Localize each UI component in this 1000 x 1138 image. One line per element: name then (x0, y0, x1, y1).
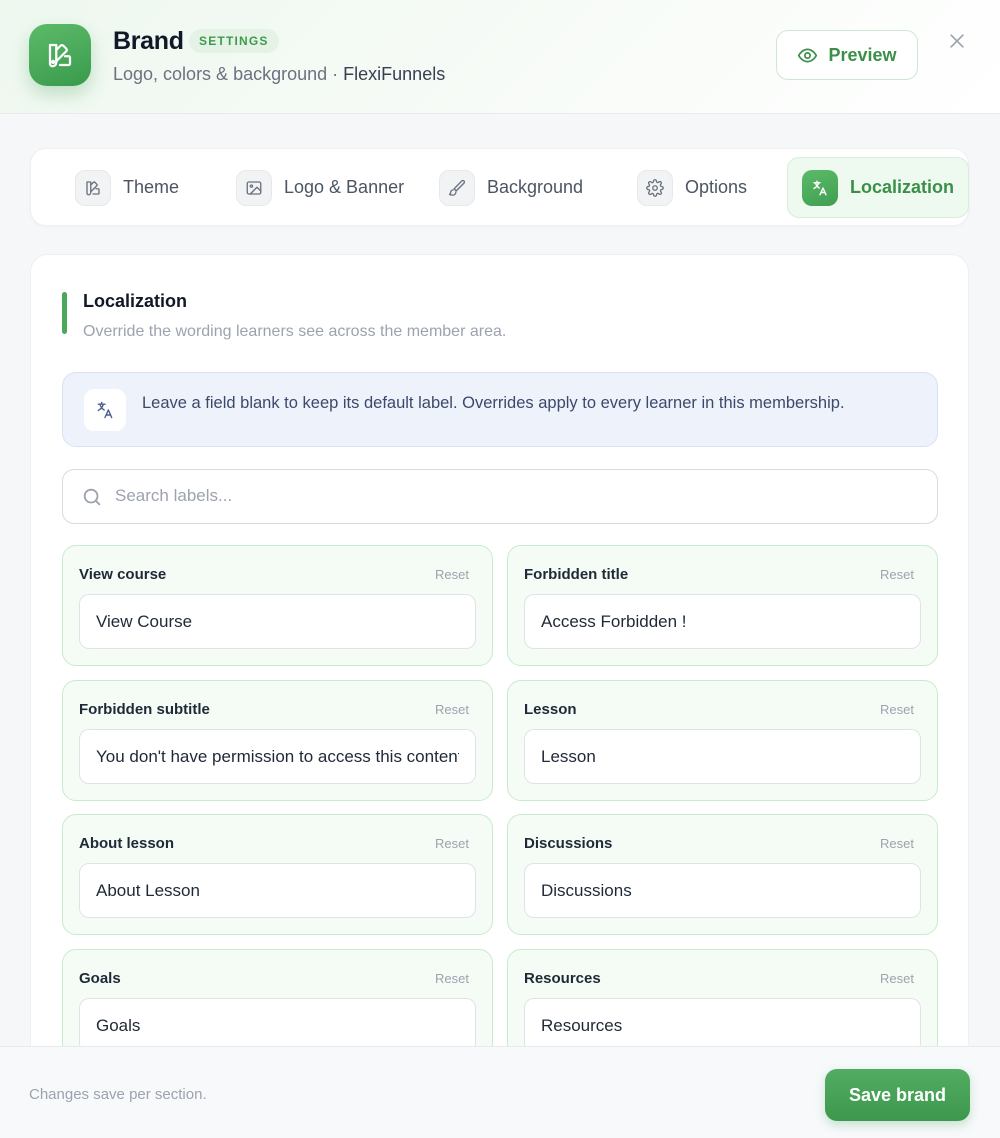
section-accent-bar (62, 292, 67, 334)
gear-icon (637, 169, 673, 206)
field-discussions: Discussions Reset (507, 814, 938, 935)
field-input[interactable] (524, 998, 921, 1053)
page-title: Brand (113, 27, 184, 55)
settings-tabs: Theme Logo & Banner Background Options L… (30, 148, 970, 226)
field-about-lesson: About lesson Reset (62, 814, 493, 935)
brand-settings-modal: Brand SETTINGS Logo, colors & background… (0, 0, 1000, 1138)
preview-button[interactable]: Preview (776, 30, 918, 80)
field-input[interactable] (79, 863, 476, 918)
section-subtitle: Override the wording learners see across… (83, 323, 507, 340)
translate-icon (84, 389, 126, 431)
brand-logo-icon (29, 24, 91, 86)
field-label: Forbidden title (524, 566, 629, 583)
reset-button[interactable]: Reset (880, 567, 914, 582)
search-icon (83, 488, 101, 506)
field-lesson: Lesson Reset (507, 680, 938, 801)
tab-label: Theme (123, 177, 180, 197)
tab-localization[interactable]: Localization (787, 157, 970, 218)
tab-options[interactable]: Options (623, 157, 761, 218)
field-input[interactable] (79, 998, 476, 1053)
close-icon (950, 34, 964, 48)
tab-logo-banner[interactable]: Logo & Banner (222, 157, 418, 218)
field-label: Discussions (524, 835, 613, 852)
field-label: View course (79, 566, 167, 583)
field-input[interactable] (79, 594, 476, 649)
tab-label: Localization (850, 177, 955, 197)
field-input[interactable] (524, 729, 921, 784)
tab-label: Options (685, 177, 748, 197)
theme-icon (75, 169, 111, 206)
field-input[interactable] (524, 594, 921, 649)
field-forbidden-title: Forbidden title Reset (507, 545, 938, 666)
save-brand-button[interactable]: Save brand (825, 1069, 970, 1121)
reset-button[interactable]: Reset (880, 702, 914, 717)
settings-badge: SETTINGS (189, 29, 279, 53)
info-callout: Leave a field blank to keep its default … (62, 372, 938, 447)
field-forbidden-subtitle: Forbidden subtitle Reset (62, 680, 493, 801)
tab-background[interactable]: Background (425, 157, 597, 218)
reset-button[interactable]: Reset (435, 836, 469, 851)
footer-note: Changes save per section. (29, 1086, 207, 1103)
search-box (62, 469, 938, 524)
field-input[interactable] (79, 729, 476, 784)
eye-icon (798, 48, 818, 62)
field-label: About lesson (79, 835, 175, 852)
field-label: Resources (524, 970, 601, 987)
tab-label: Logo & Banner (284, 177, 405, 197)
reset-button[interactable]: Reset (880, 836, 914, 851)
tab-label: Background (487, 177, 584, 197)
tab-theme[interactable]: Theme (61, 157, 193, 218)
reset-button[interactable]: Reset (435, 702, 469, 717)
modal-footer: Changes save per section. Save brand (0, 1046, 1000, 1138)
subtitle-text: Logo, colors & background · (113, 64, 339, 84)
brush-icon (439, 169, 475, 206)
field-label: Forbidden subtitle (79, 701, 210, 718)
field-input[interactable] (524, 863, 921, 918)
close-button[interactable] (944, 28, 970, 54)
localization-panel: Localization Override the wording learne… (30, 254, 969, 1138)
field-label: Lesson (524, 701, 577, 718)
translate-icon (802, 169, 838, 206)
modal-header: Brand SETTINGS Logo, colors & background… (0, 0, 1000, 114)
image-icon (236, 169, 272, 206)
section-title: Localization (83, 291, 188, 311)
reset-button[interactable]: Reset (435, 971, 469, 986)
org-name: FlexiFunnels (343, 64, 446, 84)
reset-button[interactable]: Reset (435, 567, 469, 582)
field-label: Goals (79, 970, 121, 987)
reset-button[interactable]: Reset (880, 971, 914, 986)
field-view-course: View course Reset (62, 545, 493, 666)
info-text: Leave a field blank to keep its default … (142, 394, 845, 412)
search-input[interactable] (115, 470, 915, 522)
page-subtitle: Logo, colors & background · FlexiFunnels (113, 64, 445, 85)
preview-label: Preview (828, 44, 897, 65)
